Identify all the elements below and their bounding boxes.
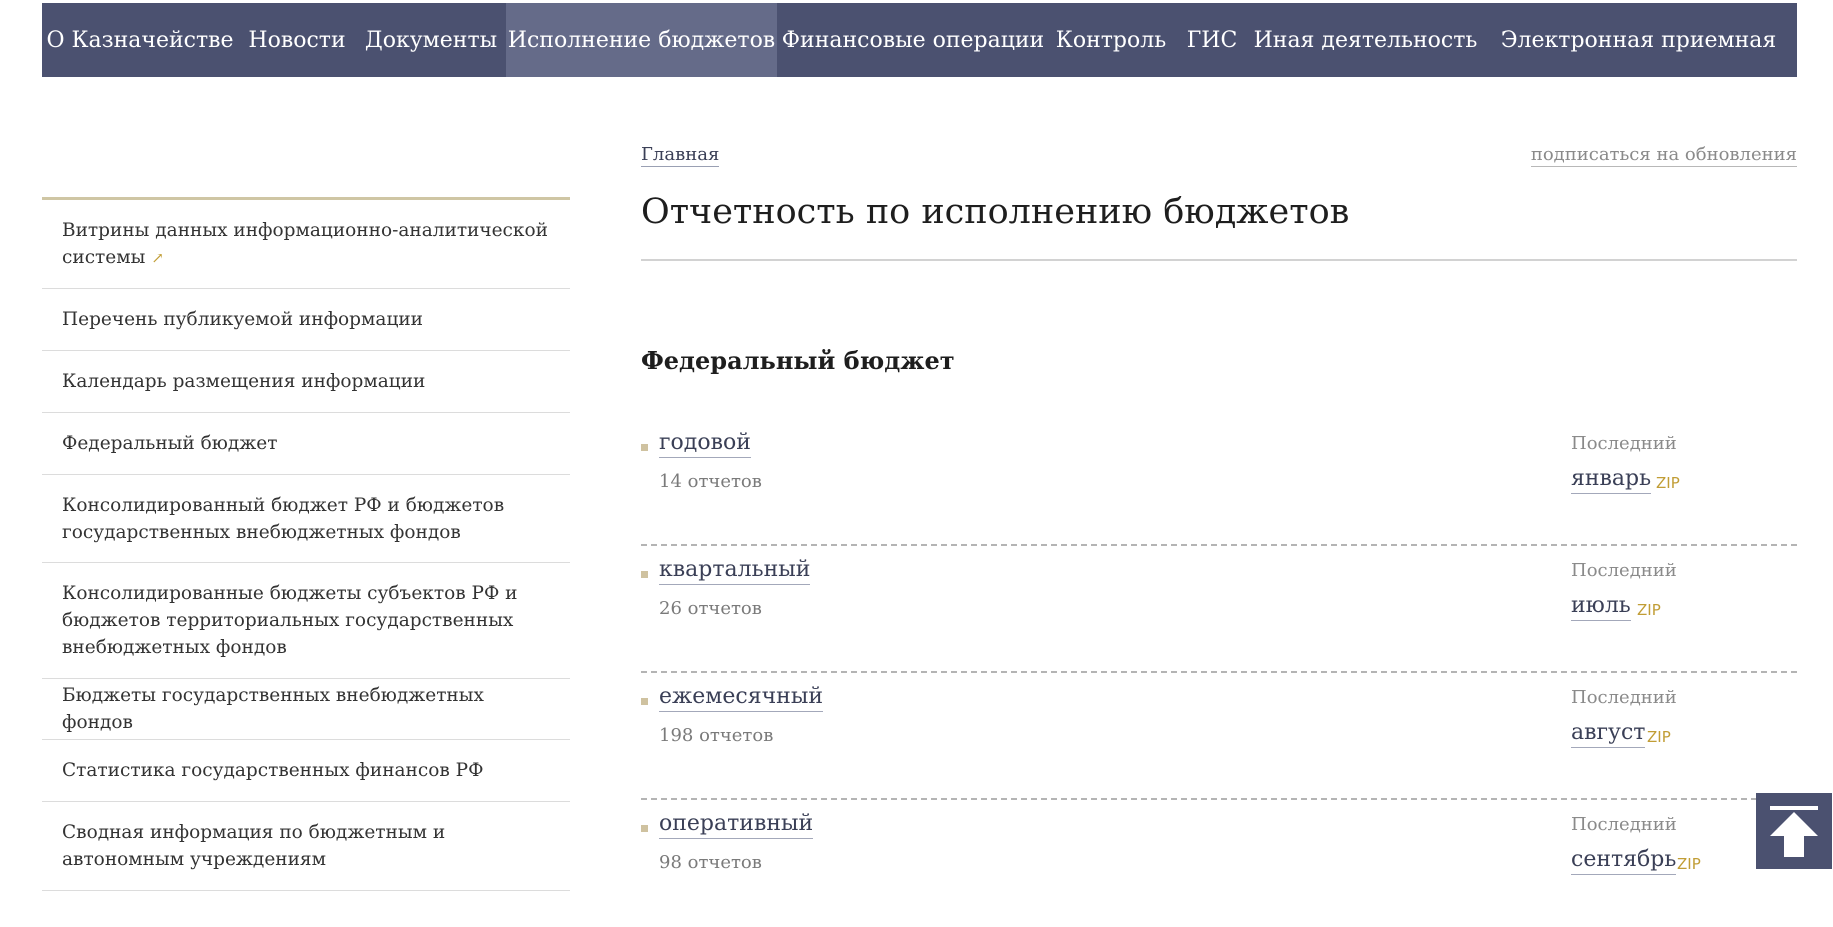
zip-download-link[interactable]: ZIP xyxy=(1677,855,1701,873)
last-report-link[interactable]: август xyxy=(1571,719,1646,748)
report-name-link[interactable]: оперативный xyxy=(659,810,814,839)
sidebar-item-text: Витрины данных информационно-аналитическ… xyxy=(62,219,548,268)
arrow-up-to-top-icon xyxy=(1770,806,1818,857)
sidebar-item-institutions-summary[interactable]: Сводная информация по бюджетным и автоно… xyxy=(42,802,570,891)
bullet-marker xyxy=(641,698,648,705)
last-report-link[interactable]: январь xyxy=(1571,465,1652,494)
nav-item-control[interactable]: Контроль xyxy=(1049,3,1173,77)
nav-item-news[interactable]: Новости xyxy=(238,3,356,77)
report-row-quarterly: квартальный 26 отчетов Последний июль ZI… xyxy=(641,546,1797,673)
last-report-label: Последний xyxy=(1571,560,1677,581)
section-title: Федеральный бюджет xyxy=(641,346,955,375)
sidebar-item-label: Бюджеты государственных внебюджетных фон… xyxy=(62,685,484,733)
sidebar-item-label: Сводная информация по бюджетным и автоно… xyxy=(62,822,446,870)
last-report-label: Последний xyxy=(1571,814,1677,835)
breadcrumb-home-link[interactable]: Главная xyxy=(641,144,720,167)
nav-item-budget-execution[interactable]: Исполнение бюджетов xyxy=(506,3,777,77)
sidebar-item-label: Витрины данных информационно-аналитическ… xyxy=(62,217,550,272)
last-report-link[interactable]: июль xyxy=(1571,592,1631,621)
report-count: 14 отчетов xyxy=(659,471,762,492)
zip-download-link[interactable]: ZIP xyxy=(1637,601,1661,619)
nav-item-label: О Казначействе xyxy=(46,27,234,53)
report-count: 98 отчетов xyxy=(659,852,762,873)
nav-item-label: Иная деятельность xyxy=(1253,27,1478,53)
nav-item-label: Исполнение бюджетов xyxy=(507,27,776,53)
nav-item-label: Новости xyxy=(248,27,346,53)
sidebar-item-statistics[interactable]: Статистика государственных финансов РФ xyxy=(42,740,570,802)
nav-item-label: Электронная приемная xyxy=(1500,27,1777,53)
nav-item-financial-operations[interactable]: Финансовые операции xyxy=(777,3,1049,77)
report-row-operational: оперативный 98 отчетов Последний сентябр… xyxy=(641,800,1797,927)
top-navigation: О Казначействе Новости Документы Исполне… xyxy=(42,3,1797,77)
sidebar-item-consolidated-budget[interactable]: Консолидированный бюджет РФ и бюджетов г… xyxy=(42,475,570,563)
bullet-marker xyxy=(641,825,648,832)
sidebar-item-extrabudgetary-funds[interactable]: Бюджеты государственных внебюджетных фон… xyxy=(42,679,570,740)
sidebar-item-published-info[interactable]: Перечень публикуемой информации xyxy=(42,289,570,351)
last-report-label: Последний xyxy=(1571,433,1677,454)
report-row-monthly: ежемесячный 198 отчетов Последний август… xyxy=(641,673,1797,800)
zip-download-link[interactable]: ZIP xyxy=(1656,474,1680,492)
subscribe-link[interactable]: подписаться на обновления xyxy=(1530,144,1797,167)
sidebar-item-calendar[interactable]: Календарь размещения информации xyxy=(42,351,570,413)
external-link-icon: ↗ xyxy=(151,248,164,267)
nav-item-label: Контроль xyxy=(1055,27,1167,53)
nav-item-label: Документы xyxy=(364,27,498,53)
sidebar-item-label: Статистика государственных финансов РФ xyxy=(62,760,484,781)
nav-item-label: Финансовые операции xyxy=(781,27,1045,53)
nav-item-about[interactable]: О Казначействе xyxy=(42,3,238,77)
last-report-link[interactable]: сентябрь xyxy=(1571,846,1677,875)
nav-item-electronic-reception[interactable]: Электронная приемная xyxy=(1480,3,1797,77)
sidebar-item-label: Календарь размещения информации xyxy=(62,371,426,392)
nav-item-documents[interactable]: Документы xyxy=(356,3,506,77)
report-row-annual: годовой 14 отчетов Последний январь ZIP xyxy=(641,419,1797,546)
sidebar: Витрины данных информационно-аналитическ… xyxy=(42,197,570,891)
report-count: 26 отчетов xyxy=(659,598,762,619)
sidebar-item-label: Федеральный бюджет xyxy=(62,433,278,454)
bullet-marker xyxy=(641,571,648,578)
sidebar-item-label: Консолидированные бюджеты субъектов РФ и… xyxy=(62,583,518,658)
sidebar-item-federal-budget[interactable]: Федеральный бюджет xyxy=(42,413,570,475)
nav-item-label: ГИС xyxy=(1186,27,1238,53)
back-to-top-button[interactable] xyxy=(1756,793,1832,869)
last-report-label: Последний xyxy=(1571,687,1677,708)
sidebar-item-label: Консолидированный бюджет РФ и бюджетов г… xyxy=(62,494,505,543)
nav-item-other-activity[interactable]: Иная деятельность xyxy=(1251,3,1480,77)
bullet-marker xyxy=(641,444,648,451)
report-name-link[interactable]: квартальный xyxy=(659,556,811,585)
report-name-link[interactable]: ежемесячный xyxy=(659,683,823,712)
nav-item-gis[interactable]: ГИС xyxy=(1173,3,1251,77)
report-count: 198 отчетов xyxy=(659,725,774,746)
report-name-link[interactable]: годовой xyxy=(659,429,751,458)
sidebar-item-regional-budgets[interactable]: Консолидированные бюджеты субъектов РФ и… xyxy=(42,563,570,679)
sidebar-item-data-showcases[interactable]: Витрины данных информационно-аналитическ… xyxy=(42,200,570,289)
title-divider xyxy=(641,259,1797,261)
sidebar-item-label: Перечень публикуемой информации xyxy=(62,309,424,330)
page-title: Отчетность по исполнению бюджетов xyxy=(641,192,1350,232)
zip-download-link[interactable]: ZIP xyxy=(1647,728,1671,746)
